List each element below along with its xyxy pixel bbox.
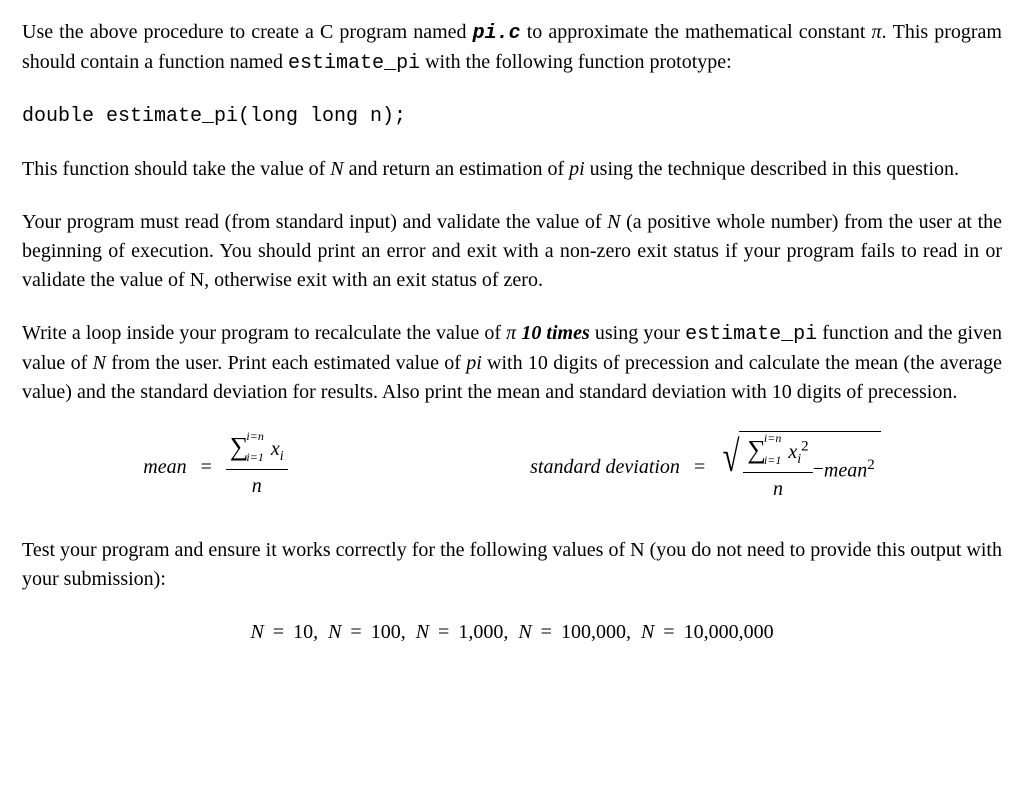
sum-bot: i=1 (764, 454, 781, 467)
pi-symbol: π (871, 21, 881, 43)
paragraph-5: Test your program and ensure it works co… (22, 536, 1002, 594)
pi-word: pi (569, 158, 585, 180)
text: using your (590, 322, 685, 344)
text: Write a loop inside your program to reca… (22, 322, 506, 344)
fraction: ∑ i=n i=1 xi2 n (743, 436, 812, 504)
sqrt-body: ∑ i=n i=1 xi2 n − mean2 (739, 431, 880, 504)
xi: xi (271, 438, 284, 460)
pi-symbol: π (506, 322, 516, 344)
summation: ∑ i=n i=1 (747, 436, 783, 462)
radical-icon: √ (723, 437, 740, 510)
filename: pi.c (473, 22, 521, 45)
paragraph-2: This function should take the value of N… (22, 155, 1002, 184)
text: from the user. Print each estimated valu… (106, 352, 466, 374)
test-value-item: N = 1,000 (416, 621, 504, 643)
variable-n: N (93, 352, 106, 374)
function-prototype: double estimate_pi(long long n); (22, 102, 1002, 131)
sqrt: √ ∑ i=n i=1 xi2 n − (719, 431, 881, 504)
denominator: n (226, 469, 288, 501)
text: and return an estimation of (344, 158, 570, 180)
equals: = (690, 453, 709, 482)
minus: − (813, 455, 824, 484)
paragraph-3: Your program must read (from standard in… (22, 208, 1002, 295)
sum-bot: i=1 (246, 451, 263, 464)
denominator: n (743, 472, 812, 504)
text: Your program must read (from standard in… (22, 211, 607, 233)
mean-formula: mean = ∑ i=n i=1 xi n (143, 434, 287, 501)
times-count: 10 times (521, 322, 589, 344)
paragraph-1: Use the above procedure to create a C pr… (22, 18, 1002, 78)
formula-row: mean = ∑ i=n i=1 xi n standard deviation… (22, 431, 1002, 504)
mean-squared: mean2 (824, 455, 875, 486)
numerator: ∑ i=n i=1 xi2 (743, 436, 812, 472)
text: Use the above procedure to create a C pr… (22, 21, 473, 43)
test-value-item: N = 10,000,000 (641, 621, 774, 643)
function-name: estimate_pi (685, 323, 817, 346)
test-value-item: N = 100 (328, 621, 401, 643)
fraction: ∑ i=n i=1 xi n (226, 434, 288, 501)
sum-limits: i=n i=1 (764, 436, 781, 462)
variable-n: N (607, 211, 620, 233)
sum-limits: i=n i=1 (246, 434, 263, 460)
text: using the technique described in this qu… (585, 158, 959, 180)
test-value-item: N = 100,000 (518, 621, 626, 643)
text: This function should take the value of (22, 158, 330, 180)
std-label: standard deviation (530, 453, 680, 482)
text: with the following function prototype: (420, 51, 732, 73)
paragraph-4: Write a loop inside your program to reca… (22, 319, 1002, 407)
mean-label: mean (143, 453, 186, 482)
function-name: estimate_pi (288, 52, 420, 75)
sum-top: i=n (764, 432, 781, 445)
variable-n: N (330, 158, 343, 180)
numerator: ∑ i=n i=1 xi (226, 434, 288, 469)
test-values: N = 10, N = 100, N = 1,000, N = 100,000,… (22, 618, 1002, 647)
equals: = (197, 453, 216, 482)
std-formula: standard deviation = √ ∑ i=n i=1 xi2 (530, 431, 881, 504)
xi-squared: xi2 (788, 441, 808, 463)
text: to approximate the mathematical constant (521, 21, 872, 43)
sum-top: i=n (246, 430, 263, 443)
test-value-item: N = 10 (250, 621, 313, 643)
pi-word: pi (466, 352, 482, 374)
summation: ∑ i=n i=1 (230, 434, 266, 460)
